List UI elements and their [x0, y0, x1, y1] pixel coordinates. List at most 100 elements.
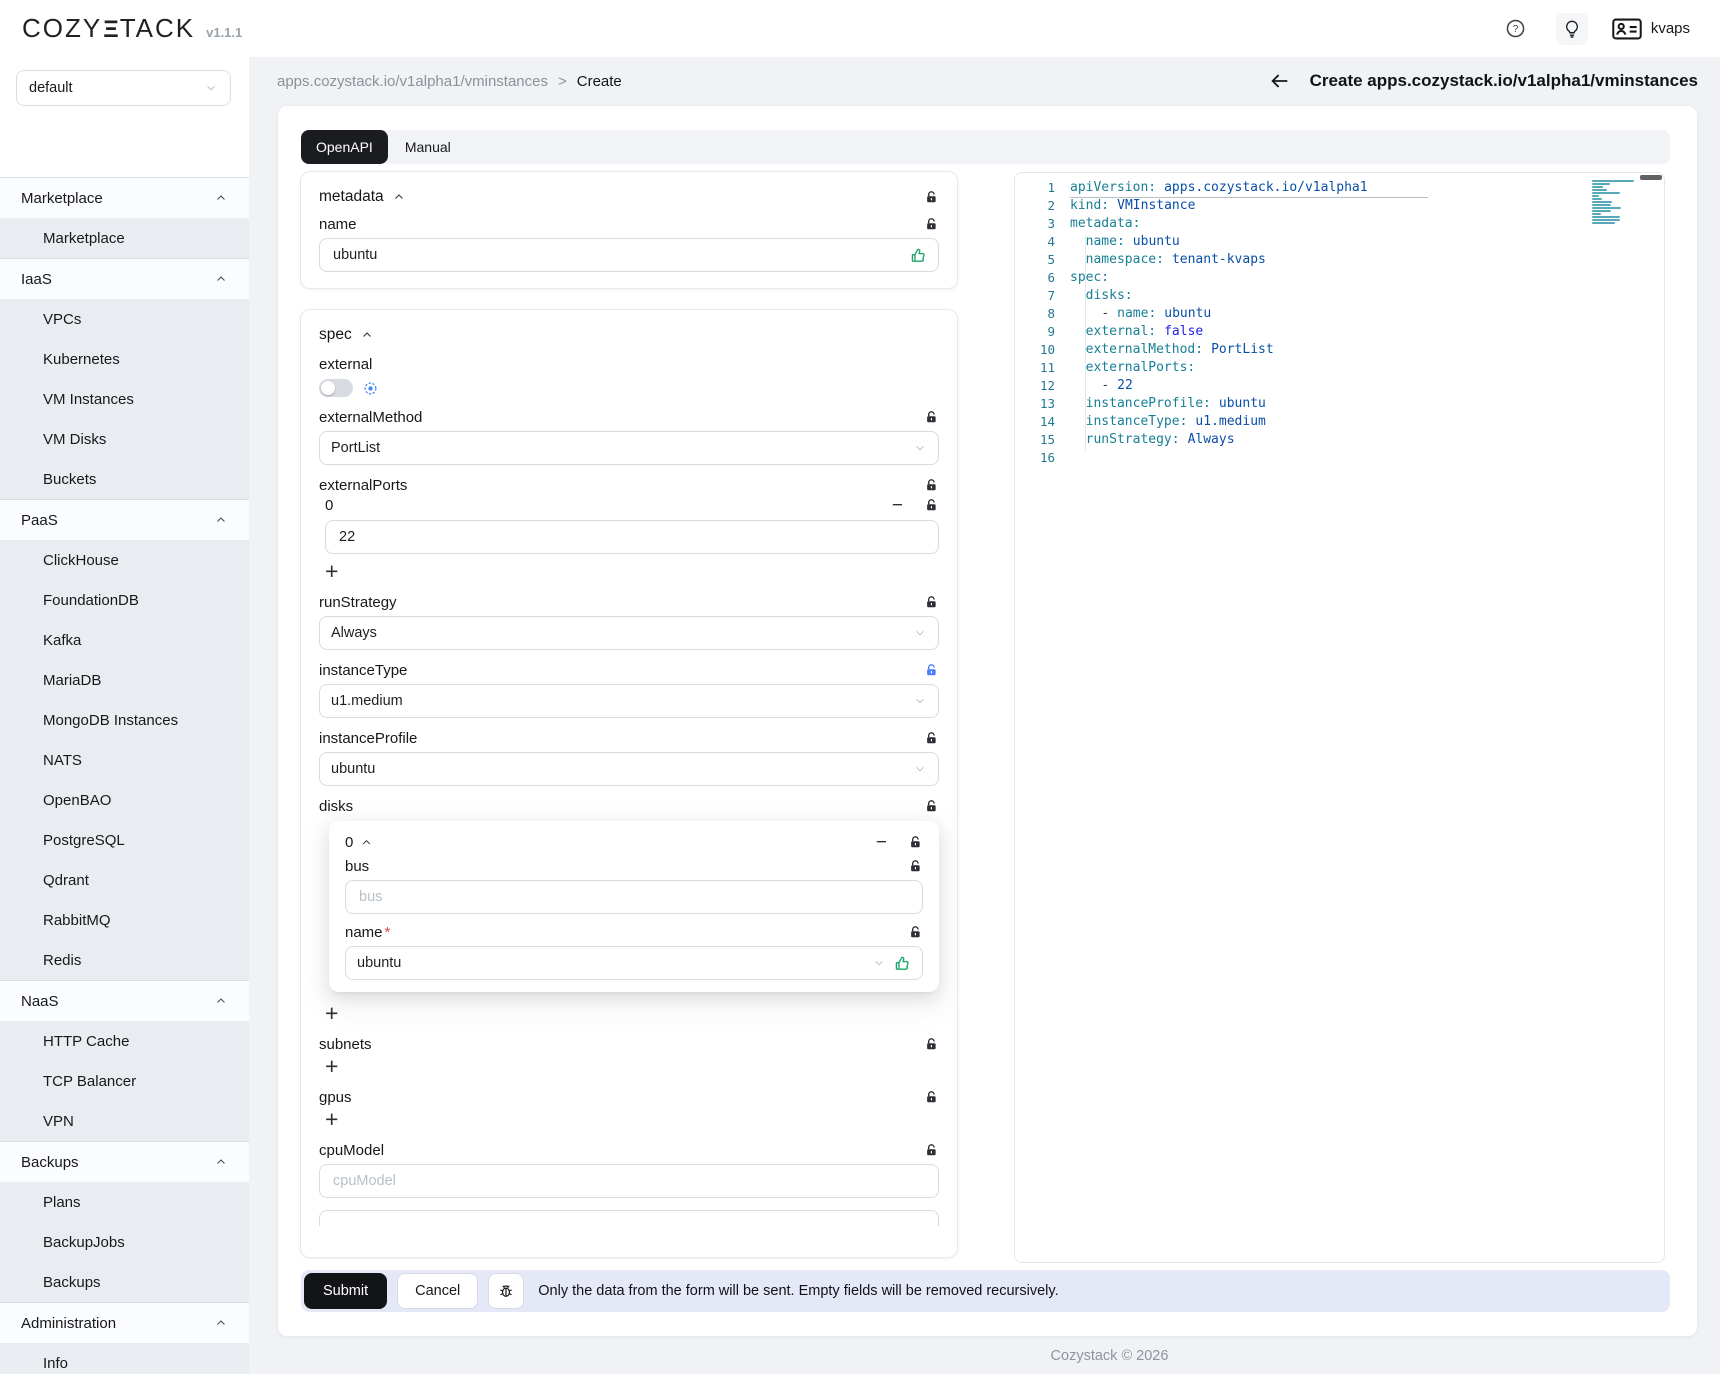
instanceProfile-select[interactable]: ubuntu: [319, 752, 939, 786]
runStrategy-select[interactable]: Always: [319, 616, 939, 650]
breadcrumb-path[interactable]: apps.cozystack.io/v1alpha1/vminstances: [277, 73, 548, 90]
lock-icon[interactable]: [924, 731, 939, 746]
page-title: Create apps.cozystack.io/v1alpha1/vminst…: [1310, 71, 1698, 91]
disks-item-index: 0: [345, 834, 353, 851]
default-value-indicator-icon[interactable]: [363, 381, 378, 396]
lock-icon[interactable]: [924, 410, 939, 425]
code-line: 5namespace:tenant-kvaps: [1015, 251, 1664, 269]
sidebar-item-tcp-balancer[interactable]: TCP Balancer: [0, 1061, 249, 1101]
remove-item-button[interactable]: −: [892, 496, 903, 515]
add-item-button[interactable]: +: [325, 1055, 338, 1078]
sidebar-item-http-cache[interactable]: HTTP Cache: [0, 1021, 249, 1061]
subnets-add-row: +: [319, 1055, 939, 1077]
sidebar-item-backups[interactable]: Backups: [0, 1262, 249, 1302]
tab-openapi[interactable]: OpenAPI: [301, 130, 388, 164]
name-input-wrap: [319, 238, 939, 272]
cozystack-logo[interactable]: COZYΞTACK v1.1.1: [22, 13, 242, 44]
sidebar-item-info[interactable]: Info: [0, 1343, 249, 1374]
sidebar-item-plans[interactable]: Plans: [0, 1182, 249, 1222]
add-item-button[interactable]: +: [325, 560, 338, 583]
line-number: 13: [1015, 395, 1055, 413]
sidebar-group-header-backups[interactable]: Backups: [0, 1142, 249, 1182]
sidebar-group-header-paas[interactable]: PaaS: [0, 500, 249, 540]
sidebar-item-buckets[interactable]: Buckets: [0, 459, 249, 499]
editor-scrollbar-thumb[interactable]: [1640, 175, 1662, 180]
yaml-editor[interactable]: 1apiVersion:apps.cozystack.io/v1alpha12k…: [1014, 172, 1665, 1263]
line-number: 3: [1015, 215, 1055, 233]
lock-icon[interactable]: [924, 1143, 939, 1158]
metadata-section: metadata name: [300, 171, 958, 289]
sidebar-item-openbao[interactable]: OpenBAO: [0, 780, 249, 820]
disk-name-select[interactable]: ubuntu: [345, 946, 923, 980]
externalMethod-select[interactable]: PortList: [319, 431, 939, 465]
sidebar-group-header-naas[interactable]: NaaS: [0, 981, 249, 1021]
add-item-button[interactable]: +: [325, 1002, 338, 1025]
lock-icon[interactable]: [924, 498, 939, 513]
sidebar-item-backupjobs[interactable]: BackupJobs: [0, 1222, 249, 1262]
sidebar-item-nats[interactable]: NATS: [0, 740, 249, 780]
lock-icon[interactable]: [924, 1037, 939, 1052]
line-number: 7: [1015, 287, 1055, 305]
sidebar-item-foundationdb[interactable]: FoundationDB: [0, 580, 249, 620]
sidebar-item-rabbitmq[interactable]: RabbitMQ: [0, 900, 249, 940]
sidebar-item-vpn[interactable]: VPN: [0, 1101, 249, 1141]
sidebar-item-vm-disks[interactable]: VM Disks: [0, 419, 249, 459]
collapse-chevron-icon[interactable]: [361, 837, 372, 848]
externalPorts-item-input[interactable]: [337, 528, 927, 546]
external-field-row: external: [319, 356, 939, 373]
name-input[interactable]: [331, 246, 902, 264]
remove-item-button[interactable]: −: [876, 833, 887, 852]
sidebar-item-clickhouse[interactable]: ClickHouse: [0, 540, 249, 580]
tab-manual[interactable]: Manual: [388, 139, 468, 155]
metadata-section-header[interactable]: metadata: [319, 188, 939, 206]
editor-minimap[interactable]: [1592, 180, 1644, 228]
lock-icon[interactable]: [908, 859, 923, 874]
back-arrow-icon[interactable]: [1269, 70, 1291, 92]
bus-input-wrap: [345, 880, 923, 914]
externalPorts-field-row: externalPorts: [319, 477, 939, 494]
chevron-up-icon: [215, 1156, 227, 1168]
lock-icon[interactable]: [924, 799, 939, 814]
cpuModel-input[interactable]: [331, 1172, 927, 1190]
sidebar-item-mariadb[interactable]: MariaDB: [0, 660, 249, 700]
sidebar-item-vpcs[interactable]: VPCs: [0, 299, 249, 339]
debug-button[interactable]: [488, 1273, 524, 1309]
sidebar-item-postgresql[interactable]: PostgreSQL: [0, 820, 249, 860]
disk-name-field-label: name*: [345, 924, 390, 941]
submit-button[interactable]: Submit: [304, 1273, 387, 1309]
sidebar-group-header-iaas[interactable]: IaaS: [0, 259, 249, 299]
line-number: 8: [1015, 305, 1055, 323]
sidebar-item-redis[interactable]: Redis: [0, 940, 249, 980]
thumbs-up-icon: [894, 955, 911, 972]
sidebar-item-mongodb-instances[interactable]: MongoDB Instances: [0, 700, 249, 740]
external-toggle[interactable]: [319, 379, 353, 397]
lock-icon[interactable]: [924, 595, 939, 610]
sidebar-group-items: ClickHouseFoundationDBKafkaMariaDBMongoD…: [0, 540, 249, 980]
cancel-button[interactable]: Cancel: [397, 1273, 478, 1309]
lock-icon[interactable]: [924, 217, 939, 232]
help-button[interactable]: ?: [1500, 13, 1532, 45]
instanceType-select[interactable]: u1.medium: [319, 684, 939, 718]
externalPorts-field-label: externalPorts: [319, 477, 407, 494]
add-item-button[interactable]: +: [325, 1108, 338, 1131]
sidebar-item-vm-instances[interactable]: VM Instances: [0, 379, 249, 419]
spec-section-header[interactable]: spec: [319, 326, 939, 344]
sidebar-group-header-administration[interactable]: Administration: [0, 1303, 249, 1343]
lock-icon-active[interactable]: [924, 663, 939, 678]
sidebar-item-qdrant[interactable]: Qdrant: [0, 860, 249, 900]
bus-input[interactable]: [357, 888, 911, 906]
lock-icon[interactable]: [908, 925, 923, 940]
sidebar-item-marketplace[interactable]: Marketplace: [0, 218, 249, 258]
theme-toggle-button[interactable]: [1556, 13, 1588, 45]
line-number: 5: [1015, 251, 1055, 269]
sidebar-group-header-marketplace[interactable]: Marketplace: [0, 178, 249, 218]
sidebar-item-kafka[interactable]: Kafka: [0, 620, 249, 660]
lock-icon[interactable]: [908, 835, 923, 850]
lock-icon[interactable]: [924, 1090, 939, 1105]
user-menu[interactable]: kvaps: [1612, 18, 1690, 40]
lock-icon[interactable]: [924, 190, 939, 205]
sidebar-item-kubernetes[interactable]: Kubernetes: [0, 339, 249, 379]
namespace-select[interactable]: default: [16, 70, 231, 106]
lock-icon[interactable]: [924, 478, 939, 493]
minimap-line: [1592, 201, 1612, 203]
